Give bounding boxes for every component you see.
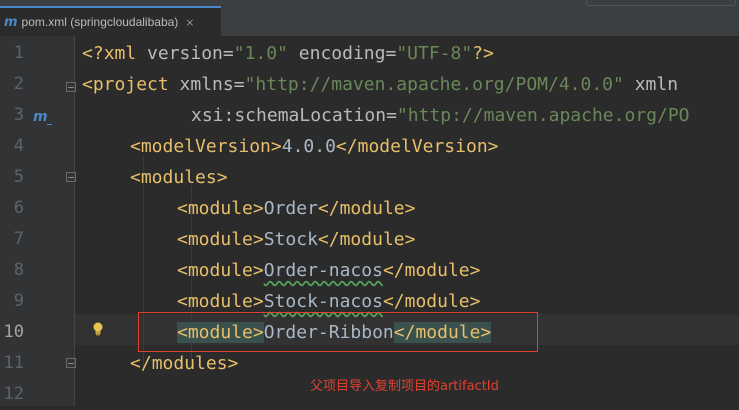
line-number: 12 [3,384,24,404]
line-number: 3 [13,105,24,125]
tab-pom-xml[interactable]: m pom.xml (springcloudalibaba) × [0,6,221,36]
line-number-current: 10 [3,322,24,342]
close-icon[interactable]: × [185,16,194,29]
line-number: 9 [13,291,24,311]
search-field[interactable] [586,0,736,6]
line-number-gutter: 1 2 3 4 5 6 7 8 9 10 11 12 m [0,36,76,406]
editor-tab-bar: m pom.xml (springcloudalibaba) × [0,0,739,36]
annotation-note: 父项目导入复制项目的artifactId [310,379,499,394]
line-number: 5 [13,167,24,187]
maven-module-icon[interactable]: m [33,109,48,125]
maven-module-icon-caret [47,124,52,125]
code-line-3: xsi:schemaLocation="http://maven.apache.… [191,105,690,126]
code-line-6: <module>Order</module> [177,198,416,219]
tab-title: pom.xml (springcloudalibaba) [21,15,179,29]
code-line-5: <modules> [130,167,228,188]
line-number: 8 [13,260,24,280]
lightbulb-icon[interactable] [92,322,104,339]
line-number: 6 [13,198,24,218]
code-line-4: <modelVersion>4.0.0</modelVersion> [130,136,499,157]
code-line-11: </modules> [130,353,239,374]
code-line-2: <project xmlns="http://maven.apache.org/… [82,74,679,95]
code-line-1: <?xml version="1.0" encoding="UTF-8"?> [82,43,494,64]
code-line-8: <module>Order-nacos</module> [177,260,481,281]
highlight-annotation-box [138,312,538,352]
line-number: 2 [13,74,24,94]
line-number: 1 [13,43,24,63]
code-line-7: <module>Stock</module> [177,229,416,250]
maven-file-icon: m [4,14,18,30]
line-number: 4 [13,136,24,156]
line-number: 11 [3,353,24,373]
line-number: 7 [13,229,24,249]
